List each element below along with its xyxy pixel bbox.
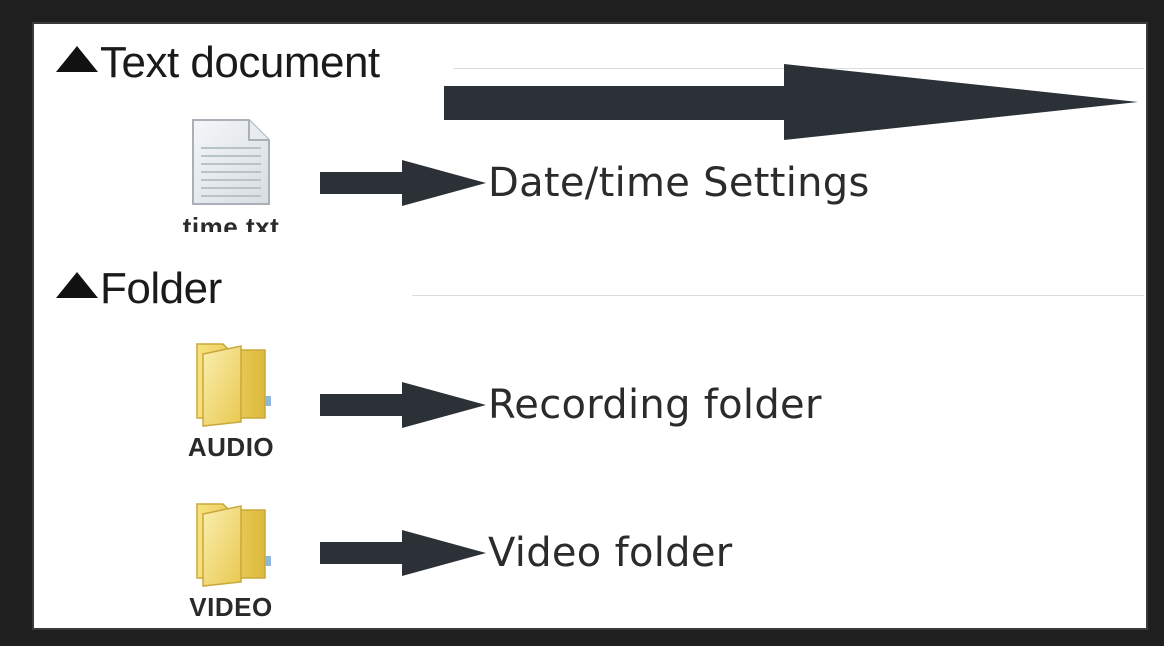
right-arrow-icon [320, 382, 486, 428]
annotation-label: Video folder [488, 530, 733, 576]
folder-name-label: AUDIO [187, 432, 275, 462]
right-arrow-icon [320, 530, 486, 576]
group-header-label: Text document [100, 38, 380, 87]
collapse-triangle-icon[interactable] [56, 46, 98, 72]
annotation-date-time-settings: Date/time Settings [318, 158, 870, 208]
annotation-recording-folder: Recording folder [318, 380, 822, 430]
file-explorer-pane: Text document time.txt Date/time Setting… [32, 22, 1148, 630]
group-divider [412, 295, 1144, 296]
folder-item-video[interactable]: VIDEO [146, 496, 316, 623]
group-header-label: Folder [100, 264, 222, 313]
collapse-triangle-icon[interactable] [56, 272, 98, 298]
group-header-folder[interactable]: Folder [56, 264, 222, 314]
file-name-label: time.txt [182, 212, 280, 232]
annotation-video-folder: Video folder [318, 528, 733, 578]
file-item-time-txt[interactable]: time.txt [146, 116, 316, 232]
folder-icon [196, 343, 271, 427]
right-arrow-icon [320, 160, 486, 206]
folder-item-audio[interactable]: AUDIO [146, 336, 316, 463]
group-header-text-document[interactable]: Text document [56, 38, 380, 88]
annotation-label: Date/time Settings [488, 160, 870, 206]
text-file-icon [192, 119, 270, 205]
large-arrow-icon [444, 64, 1138, 140]
folder-icon [196, 503, 271, 587]
annotation-label: Recording folder [488, 382, 822, 428]
folder-name-label: VIDEO [189, 592, 273, 622]
screenshot-frame: Text document time.txt Date/time Setting… [0, 0, 1164, 646]
